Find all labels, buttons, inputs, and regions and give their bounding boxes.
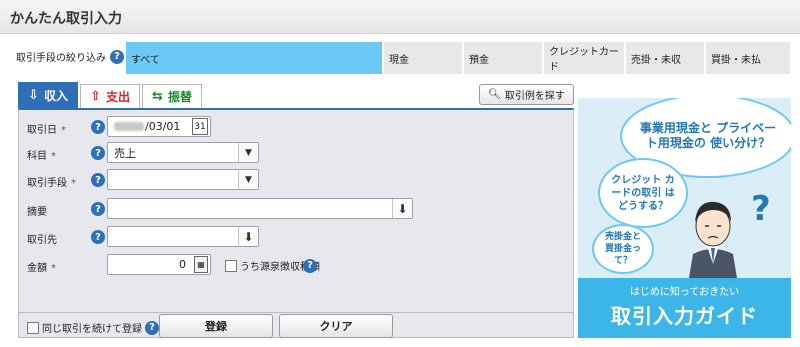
page-header: かんたん取引入力 [0, 0, 800, 34]
down-arrow-icon[interactable]: ⬇ [238, 227, 258, 246]
account-label: 科目 [27, 151, 47, 162]
calendar-icon[interactable]: 31 [192, 118, 208, 135]
filter-label: 取引手段の絞り込み [16, 53, 106, 64]
income-icon: ⇩ [28, 88, 39, 103]
date-label: 取引日 [27, 125, 57, 136]
amount-row: 金額 * 0 ▦ うち源泉徴収税額 ? [19, 254, 575, 276]
help-icon[interactable]: ? [303, 258, 317, 273]
dropdown-arrow-icon[interactable]: ▼ [238, 143, 258, 162]
ad-subtitle: はじめに知っておきたい [629, 287, 740, 298]
amount-input[interactable]: 0 ▦ [107, 254, 211, 275]
filter-segment-all[interactable]: すべて [126, 42, 384, 74]
partner-input[interactable]: ⬇ [107, 226, 259, 247]
continue-checkbox[interactable] [27, 321, 39, 334]
help-icon[interactable]: ? [91, 202, 105, 216]
withholding-group: うち源泉徴収税額 ? [225, 258, 320, 273]
filter-segment-deposit[interactable]: 預金 [464, 42, 544, 74]
required-mark: * [71, 178, 76, 189]
partner-row: 取引先 ? ⬇ [19, 226, 575, 248]
withholding-checkbox[interactable] [225, 259, 237, 272]
filter-segment-receivable[interactable]: 売掛・未収 [626, 42, 706, 74]
date-value: /03/01 [145, 120, 181, 133]
tab-transfer-label: 振替 [167, 90, 192, 104]
help-icon[interactable]: ? [110, 49, 124, 64]
help-icon[interactable]: ? [145, 320, 159, 335]
ad-banner-footer: はじめに知っておきたい 取引入力ガイド [578, 278, 791, 338]
transfer-icon: ⇆ [152, 89, 163, 104]
question-mark: ? [751, 189, 771, 229]
date-input[interactable]: /03/01 31 [107, 116, 211, 137]
account-value: 売上 [114, 146, 136, 160]
filter-segment-cash[interactable]: 現金 [384, 42, 464, 74]
filter-segment-payable[interactable]: 買掛・未払 [706, 42, 790, 74]
method-row: 取引手段 * ? ▼ [19, 169, 575, 191]
amount-label: 金額 [27, 263, 47, 274]
required-mark: * [51, 263, 56, 274]
help-icon[interactable]: ? [91, 173, 105, 187]
account-select[interactable]: 売上 ▼ [107, 142, 259, 163]
partner-label: 取引先 [27, 235, 57, 246]
search-icon: 🔍︎ [488, 89, 501, 100]
memo-input[interactable]: ⬇ [107, 198, 413, 219]
tab-expense[interactable]: ⇧ 支出 [80, 84, 140, 108]
redacted-year [114, 122, 144, 131]
filter-segment-credit-card[interactable]: クレジットカード [544, 42, 626, 74]
page-title: かんたん取引入力 [10, 11, 122, 27]
tab-income-label: 収入 [43, 89, 68, 103]
ad-bubble-receivable: 売掛金と 買掛金って？ [592, 224, 654, 274]
method-select[interactable]: ▼ [107, 169, 259, 190]
down-arrow-icon[interactable]: ⬇ [392, 199, 412, 218]
memo-row: 摘要 ? ⬇ [19, 198, 575, 220]
search-examples-label: 取引例を探す [504, 91, 565, 102]
transaction-form: 取引日 * ? /03/01 31 科目 * ? 売上 ▼ 取引手段 * ? ▼ 摘要… [18, 108, 574, 338]
help-icon[interactable]: ? [91, 120, 105, 134]
tab-expense-label: 支出 [105, 90, 130, 104]
continue-group: 同じ取引を続けて登録 ? [27, 320, 159, 335]
filter-label-group: 取引手段の絞り込み ? [16, 49, 124, 64]
required-mark: * [51, 151, 56, 162]
dropdown-arrow-icon[interactable]: ▼ [238, 170, 258, 189]
clear-button[interactable]: クリア [279, 314, 393, 338]
form-footer: 同じ取引を続けて登録 ? 登録 クリア [19, 312, 573, 338]
guide-banner[interactable]: 事業用現金と プライベート用現金の 使い分け？ クレジット カードの取引 はどう… [578, 98, 791, 338]
help-icon[interactable]: ? [91, 146, 105, 160]
required-mark: * [61, 125, 66, 136]
help-icon[interactable]: ? [91, 230, 105, 244]
search-examples-button[interactable]: 🔍︎ 取引例を探す [479, 84, 574, 105]
ad-title: 取引入力ガイド [611, 304, 758, 328]
date-row: 取引日 * ? /03/01 31 [19, 116, 575, 138]
expense-icon: ⇧ [90, 89, 101, 104]
tab-income[interactable]: ⇩ 収入 [18, 82, 78, 108]
calculator-icon[interactable]: ▦ [194, 256, 208, 273]
amount-value: 0 [179, 258, 186, 271]
method-label: 取引手段 [27, 178, 67, 189]
tab-transfer[interactable]: ⇆ 振替 [142, 84, 202, 108]
account-row: 科目 * ? 売上 ▼ [19, 142, 575, 164]
continue-label: 同じ取引を続けて登録 [42, 324, 142, 335]
register-button[interactable]: 登録 [159, 314, 273, 338]
businessman-illustration: ? [689, 189, 771, 278]
memo-label: 摘要 [27, 207, 47, 218]
